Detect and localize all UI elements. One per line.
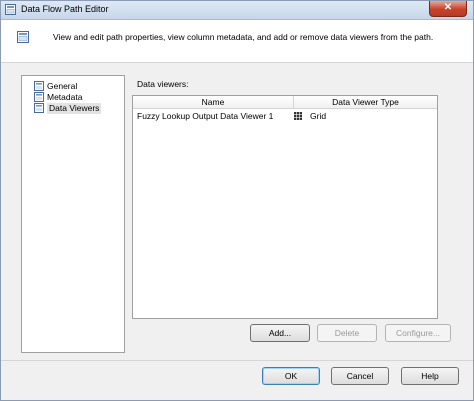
data-viewers-grid[interactable]: Name Data Viewer Type Fuzzy Lookup Outpu… [132, 95, 438, 319]
delete-button[interactable]: Delete [317, 324, 377, 342]
page-icon [34, 92, 44, 102]
header-panel: View and edit path properties, view colu… [1, 20, 473, 63]
grid-header: Name Data Viewer Type [133, 96, 437, 109]
footer-separator [1, 360, 473, 361]
page-icon [34, 103, 44, 113]
table-row[interactable]: Fuzzy Lookup Output Data Viewer 1 Grid [133, 109, 433, 123]
add-button[interactable]: Add... [250, 324, 310, 342]
close-icon: ✕ [443, 2, 453, 13]
viewer-name-cell: Fuzzy Lookup Output Data Viewer 1 [137, 111, 274, 121]
viewer-type-cell: Grid [310, 111, 327, 121]
close-button[interactable]: ✕ [429, 1, 467, 17]
data-viewers-label: Data viewers: [137, 79, 189, 89]
nav-item-label: General [47, 81, 78, 91]
properties-icon [17, 31, 29, 43]
ok-button[interactable]: OK [262, 367, 320, 385]
grid-icon [294, 112, 302, 120]
dialog-window: Data Flow Path Editor ✕ View and edit pa… [0, 0, 474, 401]
page-icon [34, 81, 44, 91]
window-icon [5, 4, 16, 15]
column-header-type[interactable]: Data Viewer Type [294, 96, 437, 108]
navigation-panel: General Metadata Data Viewers [21, 75, 125, 353]
nav-item-label: Data Viewers [47, 103, 102, 114]
help-button[interactable]: Help [401, 367, 459, 385]
cancel-button[interactable]: Cancel [331, 367, 389, 385]
nav-item-label: Metadata [47, 92, 83, 102]
column-header-name[interactable]: Name [133, 96, 294, 108]
header-description: View and edit path properties, view colu… [53, 32, 434, 42]
configure-button[interactable]: Configure... [385, 324, 451, 342]
window-title: Data Flow Path Editor [21, 4, 109, 14]
title-bar[interactable]: Data Flow Path Editor ✕ [1, 1, 473, 20]
